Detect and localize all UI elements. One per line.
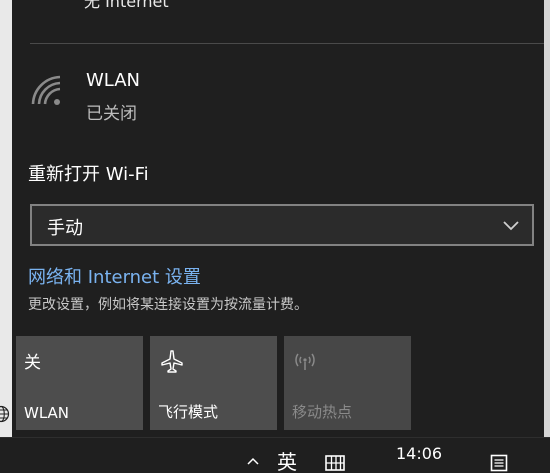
chevron-down-icon	[503, 221, 519, 231]
divider	[30, 43, 544, 44]
desktop-edge-right	[544, 0, 550, 437]
quick-action-label: WLAN	[24, 404, 70, 422]
mobile-hotspot-icon	[295, 353, 315, 370]
screen: 无 Internet WLAN 已关闭 重新打开 Wi-Fi 手动 网络和 In…	[0, 0, 550, 473]
taskbar: 英 14:06	[0, 405, 550, 473]
quick-action-mobile-hotspot[interactable]: 移动热点	[284, 336, 411, 430]
taskbar-clock[interactable]: 14:06	[396, 444, 442, 463]
partial-network-status: 无 Internet	[84, 0, 169, 11]
network-settings-link[interactable]: 网络和 Internet 设置	[28, 263, 201, 289]
input-language-indicator[interactable]: 英	[277, 452, 297, 472]
action-center-icon[interactable]	[490, 454, 508, 472]
desktop-edge-left	[0, 0, 12, 437]
quick-action-label: 飞行模式	[158, 403, 219, 421]
show-hidden-icons-icon[interactable]	[247, 456, 259, 466]
reopen-wifi-label: 重新打开 Wi-Fi	[28, 164, 149, 185]
dropdown-selected-value: 手动	[47, 218, 83, 239]
wlan-name: WLAN	[86, 70, 141, 91]
ime-mode-icon[interactable]	[324, 454, 346, 472]
reopen-wifi-dropdown[interactable]: 手动	[30, 204, 534, 246]
quick-action-airplane-mode[interactable]: 飞行模式	[150, 336, 277, 430]
airplane-icon	[161, 350, 183, 373]
wlan-status: 已关闭	[86, 104, 137, 124]
quick-action-wlan[interactable]: 关 WLAN	[16, 336, 143, 430]
globe-icon	[0, 405, 10, 423]
network-settings-description: 更改设置，例如将某连接设置为按流量计费。	[28, 297, 308, 313]
wlan-toggle-state: 关	[24, 353, 41, 373]
quick-action-label: 移动热点	[292, 403, 353, 421]
network-flyout: 无 Internet WLAN 已关闭 重新打开 Wi-Fi 手动 网络和 In…	[12, 0, 544, 437]
wifi-off-icon	[31, 75, 61, 105]
